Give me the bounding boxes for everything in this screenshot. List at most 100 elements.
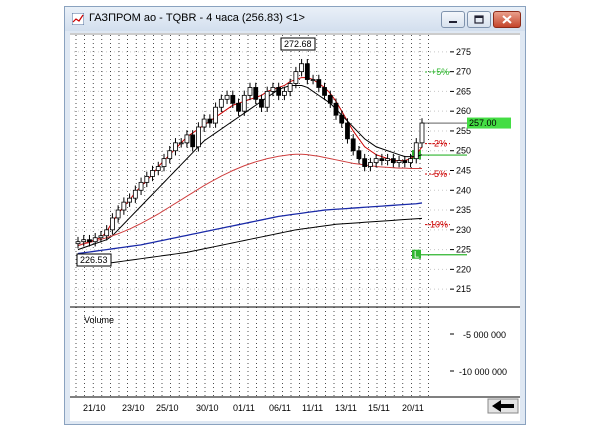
y-tick-label: 225 [456, 245, 471, 255]
candle-body [276, 87, 282, 96]
chart-icon [72, 13, 84, 25]
candle-body [173, 142, 178, 152]
candle-body [356, 150, 362, 160]
candle-body [104, 229, 110, 237]
y-tick-label: 230 [456, 225, 471, 235]
y-tick-label: 275 [456, 47, 471, 57]
candle-body [75, 241, 81, 245]
candle-body [339, 114, 345, 124]
chart-window: ГАЗПРОМ ао - TQBR - 4 часа (256.83) <1> … [64, 6, 526, 425]
candle-body [92, 237, 98, 243]
candle-body [184, 134, 190, 144]
candle-body [350, 138, 356, 152]
candle-body [304, 63, 310, 80]
pct-level-label: -10% [427, 220, 448, 230]
candle-body [287, 83, 293, 92]
candle-body [87, 239, 92, 243]
candle-body [230, 94, 236, 104]
candle-body [419, 122, 425, 144]
candle-body [259, 98, 264, 108]
candle-body [213, 106, 219, 124]
y-tick-label: 260 [456, 106, 471, 116]
volume-label: Volume [84, 315, 114, 325]
chart-area[interactable]: +5%-2%-5%-10%LL 275270265260255250245240… [70, 33, 520, 421]
x-tick-label: 15/11 [368, 403, 390, 413]
x-tick-label: 01/11 [233, 403, 255, 413]
candle-body [270, 87, 276, 92]
minimize-icon [449, 21, 457, 23]
candle-body [167, 150, 173, 160]
candle-body [127, 197, 132, 203]
maximize-button[interactable] [467, 11, 491, 28]
x-tick-label: 25/10 [156, 403, 179, 413]
candle-body [385, 158, 391, 162]
candle-body [310, 79, 316, 81]
candle-body [316, 79, 322, 88]
candle-body [281, 91, 287, 96]
title-bar[interactable]: ГАЗПРОМ ао - TQBR - 4 часа (256.83) <1> [65, 7, 525, 31]
candle-body [345, 122, 350, 140]
candle-body [224, 94, 230, 100]
candle-body [402, 160, 408, 163]
candle-body [333, 102, 339, 116]
low-label-text: 226.53 [80, 255, 108, 265]
high-label: 272.68 [280, 37, 316, 51]
low-label: 226.53 [76, 253, 112, 267]
candle-body [201, 118, 207, 128]
candlestick-chart[interactable]: +5%-2%-5%-10%LL 275270265260255250245240… [70, 33, 520, 421]
candle-body [322, 87, 327, 96]
x-tick-label: 23/10 [122, 403, 145, 413]
candle-body [362, 158, 368, 167]
candle-body [138, 181, 144, 191]
candle-body [264, 91, 270, 108]
candle-body [207, 118, 213, 124]
y-tick-label: 270 [456, 67, 471, 77]
candle-body [121, 201, 127, 211]
volume-tick-1: -5 000 000 [463, 330, 506, 340]
pct-level-label: -2% [431, 139, 447, 149]
minimize-button[interactable] [441, 11, 465, 28]
candle-body [413, 142, 419, 160]
ma-line [77, 217, 423, 266]
candle-body [144, 176, 150, 183]
volume-tick-2: -10 000 000 [459, 367, 507, 377]
candle-body [190, 134, 196, 148]
candle-body [247, 87, 253, 96]
x-tick-label: 13/11 [335, 403, 357, 413]
y-tick-label: 250 [456, 146, 471, 156]
y-tick-label: 265 [456, 86, 471, 96]
x-tick-label: 30/10 [196, 403, 219, 413]
candle-body [327, 94, 333, 104]
candle-body [110, 217, 115, 231]
x-tick-label: 21/10 [83, 403, 106, 413]
x-tick-label: 20/11 [402, 403, 424, 413]
candle-body [150, 170, 155, 177]
price-axis: 275270265260255250245240235230225220215 [450, 47, 471, 294]
candle-body [178, 142, 184, 145]
current-price-badge: 257.00 [467, 117, 511, 129]
scroll-left-button[interactable] [487, 398, 519, 414]
candle-body [115, 209, 121, 219]
x-tick-label: 11/11 [302, 403, 323, 413]
close-button[interactable] [493, 11, 521, 28]
candle-body [367, 162, 373, 167]
candle-body [241, 94, 247, 112]
candle-body [218, 98, 224, 108]
pct-level-label: -5% [431, 169, 447, 179]
time-axis: 21/10 23/10 25/10 30/10 01/11 06/11 11/11 13/11… [83, 403, 424, 413]
window-title: ГАЗПРОМ ао - TQBR - 4 часа (256.83) <1> [89, 12, 305, 24]
candle-body [293, 71, 299, 84]
y-tick-label: 245 [456, 166, 471, 176]
candle-body [253, 87, 259, 100]
candle-body [390, 158, 396, 163]
high-label-text: 272.68 [284, 39, 312, 49]
candle-body [155, 166, 161, 171]
candle-body [132, 189, 138, 199]
x-tick-label: 06/11 [269, 403, 291, 413]
candle-body [161, 158, 167, 167]
y-tick-label: 215 [456, 284, 471, 294]
candle-body [408, 158, 413, 163]
candle-body [373, 158, 379, 163]
pct-level-label: +5% [431, 67, 449, 77]
volume-panel [450, 333, 454, 372]
